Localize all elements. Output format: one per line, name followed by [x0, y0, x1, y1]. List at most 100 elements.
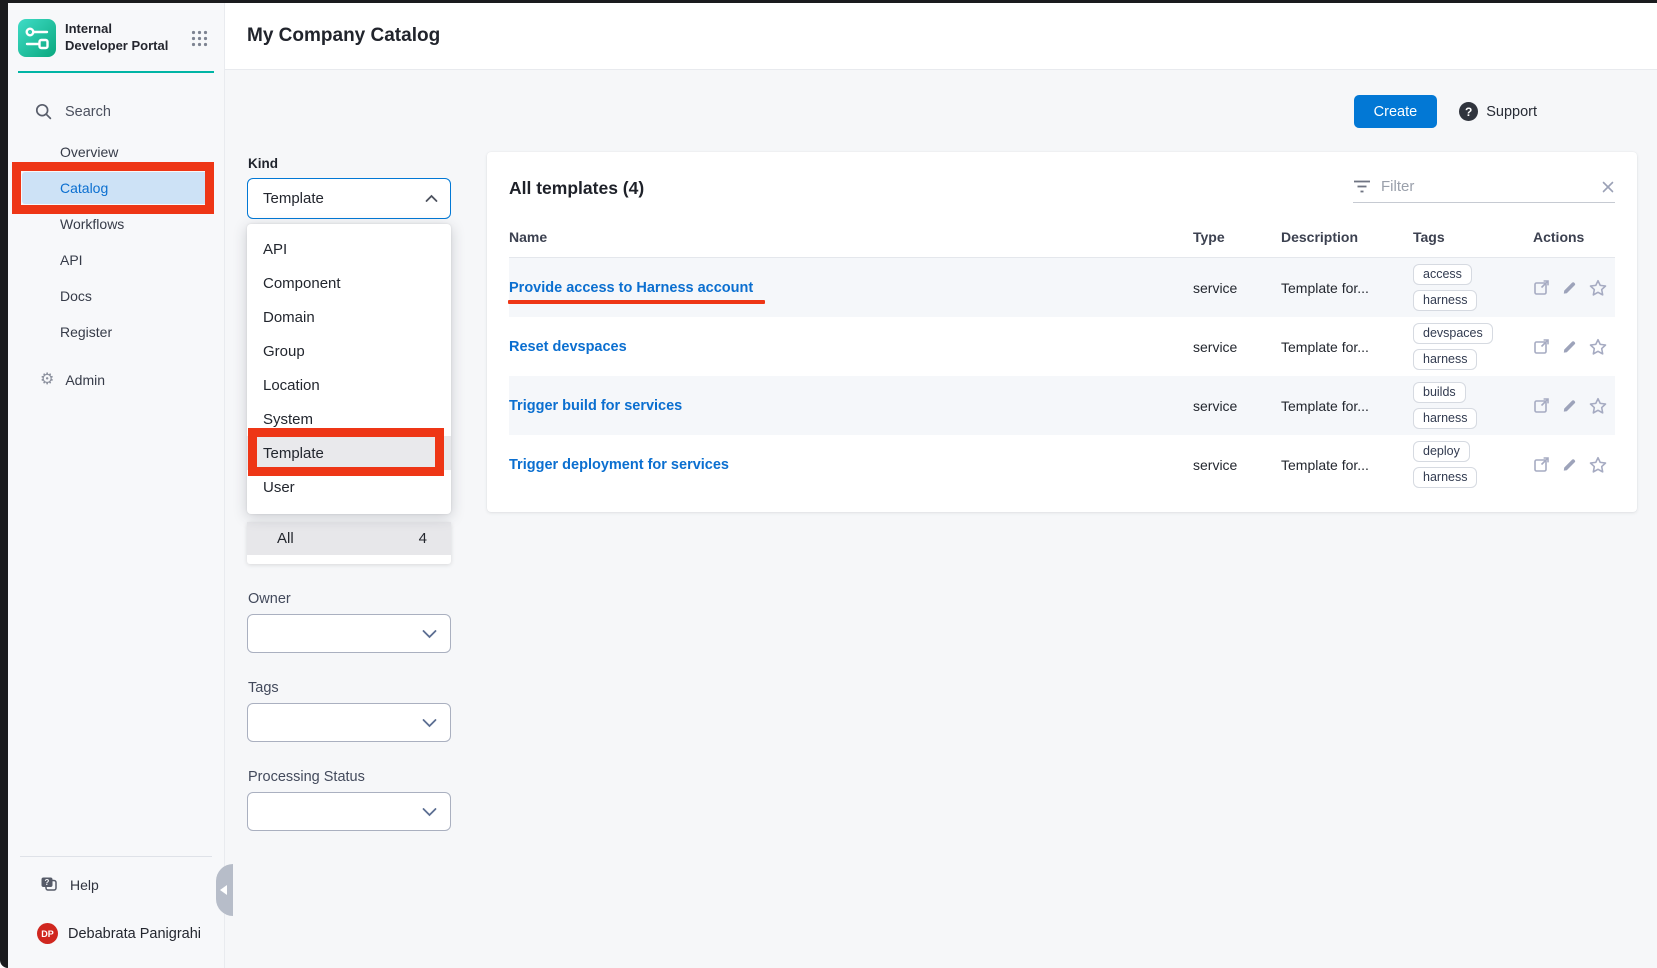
- sidebar-collapse-handle[interactable]: [216, 864, 233, 916]
- tag-pill: harness: [1413, 290, 1477, 311]
- templates-title: All templates (4): [509, 178, 644, 199]
- kind-option-system[interactable]: System: [247, 402, 451, 436]
- clear-filter-button[interactable]: [1601, 180, 1615, 194]
- chevron-left-icon: [220, 885, 227, 895]
- actions-cell: [1533, 338, 1615, 356]
- template-name-link[interactable]: Reset devspaces: [509, 339, 627, 355]
- tag-pill: devspaces: [1413, 323, 1493, 344]
- user-name: Debabrata Panigrahi: [68, 926, 201, 942]
- sidebar-divider: [20, 856, 212, 857]
- description-cell: Template for...: [1281, 339, 1413, 355]
- sidebar-item-workflows[interactable]: Workflows: [8, 206, 224, 242]
- create-button[interactable]: Create: [1354, 95, 1438, 128]
- edit-pencil-icon[interactable]: [1561, 338, 1578, 355]
- kind-select-value: Template: [263, 190, 324, 207]
- user-profile[interactable]: DP Debabrata Panigrahi: [8, 923, 224, 944]
- col-header-type: Type: [1193, 229, 1281, 245]
- open-in-new-icon[interactable]: [1533, 456, 1550, 473]
- avatar: DP: [37, 923, 58, 944]
- sidebar-item-api[interactable]: API: [8, 242, 224, 278]
- nav-label: Overview: [8, 144, 118, 160]
- template-name-link[interactable]: Trigger build for services: [509, 398, 682, 414]
- question-icon: ?: [1459, 102, 1478, 121]
- kind-option-api[interactable]: API: [247, 232, 451, 266]
- kind-option-location[interactable]: Location: [247, 368, 451, 402]
- tags-cell: builds harness: [1413, 382, 1533, 429]
- support-label: Support: [1486, 104, 1537, 120]
- description-cell: Template for...: [1281, 457, 1413, 473]
- open-in-new-icon[interactable]: [1533, 397, 1550, 414]
- table-row: Provide access to Harness account servic…: [509, 258, 1615, 317]
- type-cell: service: [1193, 457, 1281, 473]
- table-filter-input[interactable]: [1381, 178, 1591, 195]
- apps-grid-icon[interactable]: [191, 30, 208, 47]
- type-cell: service: [1193, 280, 1281, 296]
- processing-status-select[interactable]: [247, 792, 451, 831]
- table-row: Reset devspaces service Template for... …: [509, 317, 1615, 376]
- open-in-new-icon[interactable]: [1533, 338, 1550, 355]
- star-icon[interactable]: [1589, 456, 1607, 474]
- kind-option-domain[interactable]: Domain: [247, 300, 451, 334]
- star-icon[interactable]: [1589, 397, 1607, 415]
- help-label: Help: [70, 877, 99, 893]
- template-name-link[interactable]: Provide access to Harness account: [509, 280, 753, 296]
- close-icon: [1601, 180, 1615, 194]
- open-in-new-icon[interactable]: [1533, 279, 1550, 296]
- page-title: My Company Catalog: [247, 25, 440, 47]
- col-header-tags: Tags: [1413, 229, 1533, 245]
- support-button[interactable]: ? Support: [1459, 102, 1537, 121]
- nav-label: Docs: [8, 288, 92, 304]
- type-cell: service: [1193, 398, 1281, 414]
- tag-pill: harness: [1413, 408, 1477, 429]
- kind-select[interactable]: Template: [247, 178, 451, 219]
- sidebar-item-docs[interactable]: Docs: [8, 278, 224, 314]
- star-icon[interactable]: [1589, 338, 1607, 356]
- tag-pill: deploy: [1413, 441, 1470, 462]
- sidebar-search[interactable]: Search: [8, 103, 224, 120]
- kind-option-component[interactable]: Component: [247, 266, 451, 300]
- sidebar-item-admin[interactable]: ⚙ Admin: [8, 372, 224, 388]
- sidebar-item-overview[interactable]: Overview: [8, 134, 224, 170]
- edit-pencil-icon[interactable]: [1561, 397, 1578, 414]
- help-item[interactable]: ? Help: [8, 876, 224, 893]
- description-cell: Template for...: [1281, 280, 1413, 296]
- tags-select[interactable]: [247, 703, 451, 742]
- owner-select[interactable]: [247, 614, 451, 653]
- search-icon: [35, 103, 52, 120]
- help-chat-icon: ?: [40, 876, 58, 893]
- col-header-name: Name: [509, 229, 1193, 245]
- nav-label: Register: [8, 324, 112, 340]
- table-row: Trigger deployment for services service …: [509, 435, 1615, 494]
- kind-label: Kind: [248, 156, 451, 171]
- sidebar-item-register[interactable]: Register: [8, 314, 224, 350]
- template-name-link[interactable]: Trigger deployment for services: [509, 457, 729, 473]
- main: My Company Catalog Create ? Support Kind…: [225, 3, 1657, 968]
- chevron-down-icon: [422, 807, 437, 817]
- star-icon[interactable]: [1589, 279, 1607, 297]
- templates-card: All templates (4): [487, 152, 1637, 512]
- teal-divider: [18, 71, 214, 73]
- actions-cell: [1533, 279, 1615, 297]
- tags-cell: devspacesharness: [1413, 323, 1533, 370]
- edit-pencil-icon[interactable]: [1561, 456, 1578, 473]
- content-body: Kind Template API Component Domain Group…: [225, 152, 1657, 831]
- kind-option-group[interactable]: Group: [247, 334, 451, 368]
- toolbar: Create ? Support: [225, 70, 1657, 128]
- tags-label: Tags: [248, 680, 451, 696]
- sidebar-item-catalog[interactable]: Catalog: [8, 170, 224, 206]
- tag-pill: builds: [1413, 382, 1466, 403]
- filter-all-row[interactable]: All 4: [247, 522, 451, 555]
- owner-filter-card: All 4: [247, 522, 451, 564]
- sidebar-spacer: [8, 388, 224, 856]
- kind-option-user[interactable]: User: [247, 470, 451, 504]
- kind-option-template[interactable]: Template: [247, 436, 451, 470]
- idp-logo-icon: [18, 19, 56, 57]
- gear-icon: ⚙: [40, 372, 54, 388]
- content: Create ? Support Kind Template: [225, 70, 1657, 968]
- page-header: My Company Catalog: [225, 3, 1657, 70]
- table-header-row: Name Type Description Tags Actions: [509, 229, 1615, 258]
- admin-label: Admin: [65, 372, 105, 388]
- edit-pencil-icon[interactable]: [1561, 279, 1578, 296]
- col-header-description: Description: [1281, 229, 1413, 245]
- tag-pill: access: [1413, 264, 1472, 285]
